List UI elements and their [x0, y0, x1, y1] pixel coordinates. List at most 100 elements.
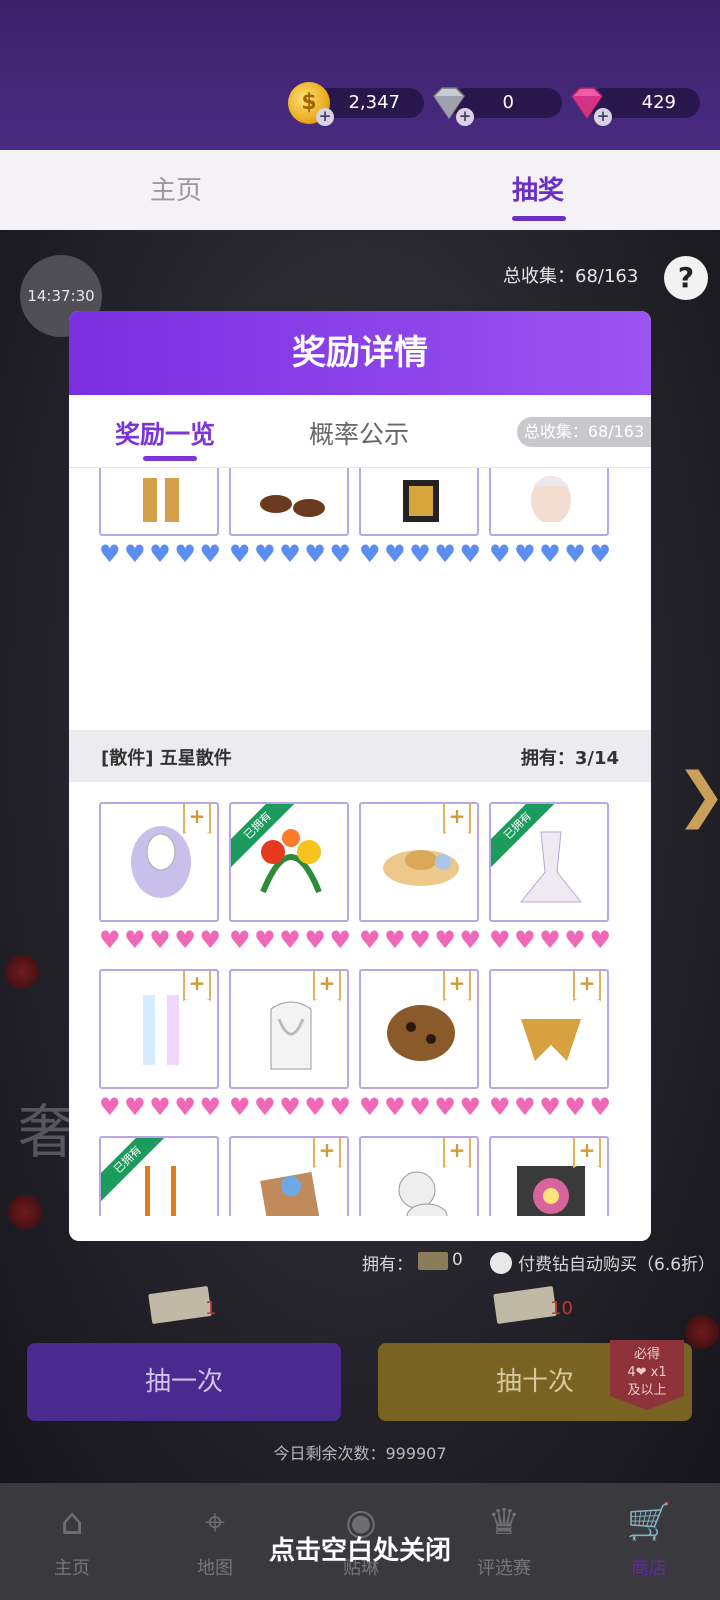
star-rating-hearts: ♥ ♥ ♥ ♥ ♥ [229, 541, 351, 567]
reward-card-shoes[interactable] [229, 468, 349, 536]
heart-icon: ♥ [434, 540, 456, 568]
close-hint[interactable]: 点击空白处关闭 [0, 1530, 720, 1567]
star-rating-hearts: ♥ ♥ ♥ ♥ ♥ [359, 927, 481, 953]
heart-icon: ♥ [199, 540, 221, 568]
section-owned-count: 拥有：3/14 [520, 748, 619, 769]
gold-coin-icon[interactable]: $ + [288, 82, 334, 126]
reward-card-holographic-boots[interactable]: + [99, 969, 219, 1089]
heart-icon: ♥ [384, 1093, 406, 1121]
reward-card-gold-shawl[interactable]: + [489, 969, 609, 1089]
chevron-right-icon[interactable]: ❯ [676, 760, 720, 830]
heart-icon: ♥ [384, 926, 406, 954]
star-rating-hearts: ♥ ♥ ♥ ♥ ♥ [229, 1094, 351, 1120]
star-rating-hearts: ♥ ♥ ♥ ♥ ♥ [229, 927, 351, 953]
reward-list[interactable]: ♥ ♥ ♥ ♥ ♥ ♥ ♥ ♥ ♥ ♥ ♥ ♥ ♥ ♥ ♥ ♥ ♥ ♥ ♥ ♥ [散件] 五星散件 拥有：3/14 +… [69, 468, 651, 1216]
reward-card-flower-headpiece[interactable]: 已拥有 [229, 802, 349, 922]
heart-icon: ♥ [359, 540, 381, 568]
heart-icon: ♥ [514, 540, 536, 568]
ticket-ten-count: 10 [550, 1298, 573, 1319]
heart-icon: ♥ [329, 926, 351, 954]
plus-icon[interactable]: + [316, 108, 334, 126]
reward-card-lavender-hair[interactable]: + [99, 802, 219, 922]
rose-decoration [8, 1195, 42, 1229]
reward-card-leopard-fur-stole[interactable]: + [359, 969, 479, 1089]
heart-icon: ♥ [229, 1093, 251, 1121]
reward-details-modal: 奖励详情 奖励一览 概率公示 总收集：68/163 ♥ ♥ ♥ ♥ ♥ ♥ ♥ ♥ ♥ ♥ ♥ ♥ ♥ ♥… [69, 311, 651, 1241]
heart-icon: ♥ [124, 1093, 146, 1121]
heart-icon: ♥ [539, 1093, 561, 1121]
heart-icon: ♥ [434, 926, 456, 954]
tab-probability[interactable]: 概率公示 [309, 415, 409, 451]
heart-icon: ♥ [99, 926, 121, 954]
reward-card-straw-hat[interactable]: + [359, 802, 479, 922]
reward-card-trousers[interactable] [99, 468, 219, 536]
reward-card-pearl-necklace[interactable]: + [229, 969, 349, 1089]
heart-icon: ♥ [174, 1093, 196, 1121]
heart-icon: ♥ [489, 540, 511, 568]
help-icon[interactable]: ? [664, 256, 708, 300]
heart-icon: ♥ [409, 1093, 431, 1121]
heart-icon: ♥ [564, 926, 586, 954]
heart-icon: ♥ [254, 1093, 276, 1121]
tab-home[interactable]: 主页 [150, 170, 202, 207]
ticket-one-count: 1 [205, 1298, 217, 1319]
heart-icon: ♥ [229, 540, 251, 568]
heart-icon: ♥ [99, 1093, 121, 1121]
straw-hat-icon [383, 850, 459, 886]
draw-once-button[interactable]: 抽一次 [27, 1343, 341, 1421]
trousers-icon [143, 478, 179, 522]
heart-icon: ♥ [199, 1093, 221, 1121]
heart-icon: ♥ [539, 926, 561, 954]
reward-card-firework-effect[interactable]: + [489, 1136, 609, 1216]
reward-card-white-poodle[interactable]: + [359, 1136, 479, 1216]
auto-buy-radio[interactable] [490, 1252, 512, 1274]
own-label: 拥有： [362, 1255, 413, 1275]
star-rating-hearts: ♥ ♥ ♥ ♥ ♥ [99, 927, 221, 953]
heart-icon: ♥ [329, 1093, 351, 1121]
own-count: 0 [452, 1250, 463, 1270]
reward-card-white-gown[interactable]: 已拥有 [489, 802, 609, 922]
heart-icon: ♥ [359, 926, 381, 954]
reward-card-flower-basket[interactable]: + [229, 1136, 349, 1216]
star-rating-hearts: ♥ ♥ ♥ ♥ ♥ [99, 1094, 221, 1120]
total-collect-label: 总收集：68/163 [503, 266, 639, 287]
heart-icon: ♥ [514, 926, 536, 954]
ticket-icon [418, 1252, 448, 1270]
heart-icon: ♥ [459, 926, 481, 954]
reward-card-drop-earrings[interactable]: 已拥有 [99, 1136, 219, 1216]
diamond-icon[interactable]: + [428, 82, 474, 126]
reward-card-face[interactable] [489, 468, 609, 536]
tab-underline [512, 216, 566, 221]
heart-icon: ♥ [229, 926, 251, 954]
heart-icon: ♥ [304, 926, 326, 954]
pink-gem-icon[interactable]: + [566, 82, 612, 126]
plus-icon[interactable]: + [456, 108, 474, 126]
heart-icon: ♥ [589, 926, 611, 954]
lavender-hair-icon [131, 826, 191, 898]
heart-icon: ♥ [564, 1093, 586, 1121]
heart-icon: ♥ [329, 540, 351, 568]
reward-card-vest[interactable] [359, 468, 479, 536]
heart-icon: ♥ [254, 926, 276, 954]
tab-reward-overview[interactable]: 奖励一览 [115, 415, 215, 451]
heart-icon: ♥ [589, 540, 611, 568]
guarantee-line1: 必得 [633, 1347, 660, 1362]
heart-icon: ♥ [459, 1093, 481, 1121]
star-rating-hearts: ♥ ♥ ♥ ♥ ♥ [359, 1094, 481, 1120]
banner-title-char: 奢 [18, 1098, 77, 1166]
heart-icon: ♥ [99, 540, 121, 568]
guarantee-line3: 及以上 [627, 1383, 667, 1398]
plus-icon[interactable]: + [594, 108, 612, 126]
heart-icon: ♥ [459, 540, 481, 568]
rose-decoration [685, 1315, 719, 1349]
heart-icon: ♥ [409, 540, 431, 568]
currency-bar [0, 0, 720, 150]
heart-icon: ♥ [149, 926, 171, 954]
vest-icon [403, 480, 439, 522]
heart-icon: ♥ [589, 1093, 611, 1121]
face-icon [531, 476, 571, 522]
tab-draw[interactable]: 抽奖 [512, 170, 564, 207]
heart-icon: ♥ [514, 1093, 536, 1121]
leopard-fur-stole-icon [387, 1005, 455, 1061]
main-tab-bar [0, 150, 720, 230]
